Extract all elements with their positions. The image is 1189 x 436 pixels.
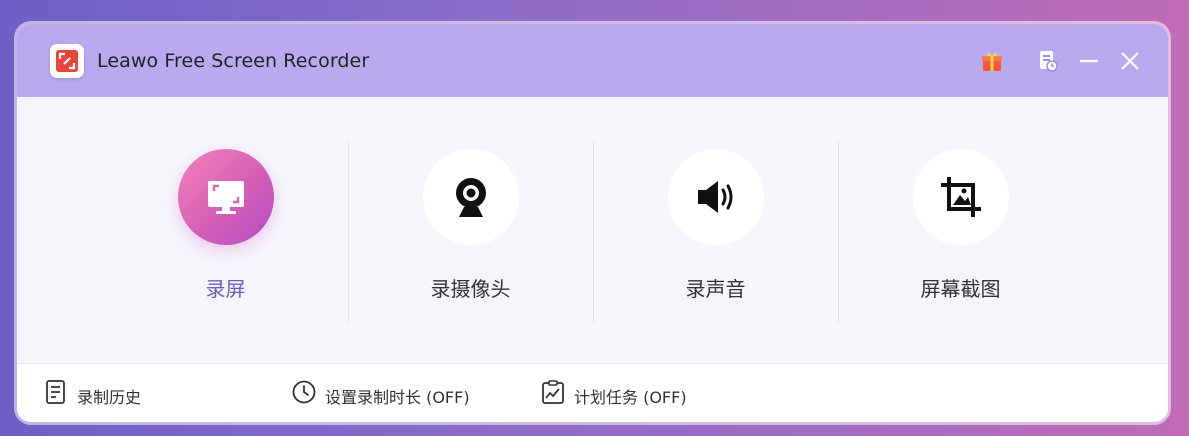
minimize-button[interactable] <box>1074 46 1104 76</box>
feature-label: 录声音 <box>685 277 746 301</box>
app-window: Leawo Free Screen Recorder 录屏 录摄像头 录声音 屏… <box>17 24 1168 422</box>
feature-label: 屏幕截图 <box>920 277 1001 301</box>
app-logo-icon <box>50 44 84 78</box>
gift-button[interactable] <box>977 46 1007 76</box>
scheduled-task-label: 计划任务 (OFF) <box>574 388 687 407</box>
record-audio-button[interactable]: 录声音 <box>593 97 838 363</box>
feature-circle <box>422 149 519 245</box>
record-webcam-button[interactable]: 录摄像头 <box>348 97 593 363</box>
screenshot-button[interactable]: 屏幕截图 <box>838 97 1083 363</box>
record-history-label: 录制历史 <box>77 388 142 407</box>
feature-label: 录摄像头 <box>430 277 511 301</box>
record-screen-button[interactable]: 录屏 <box>103 97 348 363</box>
feature-circle <box>912 149 1009 245</box>
feature-circle <box>667 149 764 245</box>
app-title: Leawo Free Screen Recorder <box>97 50 370 72</box>
close-button[interactable] <box>1115 46 1145 76</box>
footer-bar: 录制历史 设置录制时长 (OFF) 计划任务 (OFF) <box>17 363 1168 422</box>
title-bar[interactable]: Leawo Free Screen Recorder <box>17 24 1168 97</box>
feature-circle <box>177 149 274 245</box>
set-duration-label: 设置录制时长 (OFF) <box>325 388 470 407</box>
notes-button[interactable] <box>1033 46 1063 76</box>
feature-panel: 录屏 录摄像头 录声音 屏幕截图 <box>17 97 1168 363</box>
feature-label: 录屏 <box>205 277 246 301</box>
